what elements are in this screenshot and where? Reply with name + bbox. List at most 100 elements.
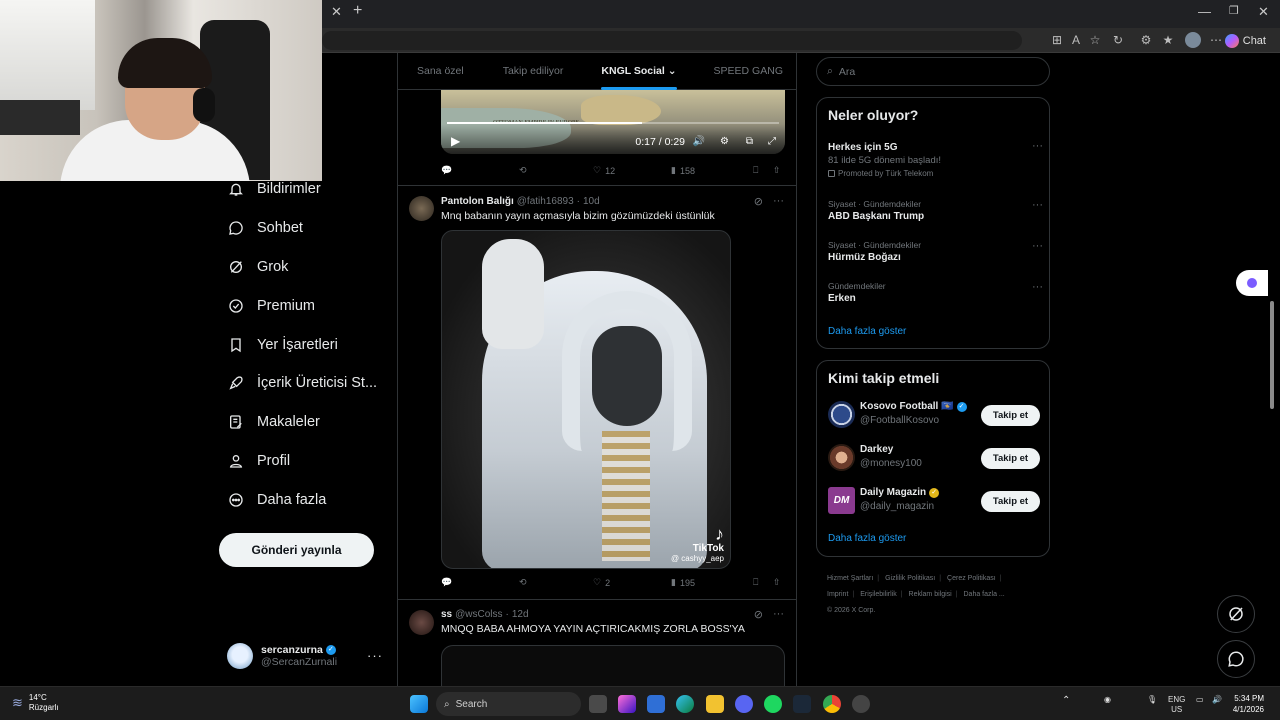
tweet-more-icon[interactable]: ··· xyxy=(773,608,784,621)
repost-button[interactable]: ⟲ xyxy=(519,165,593,176)
trend-more-icon[interactable]: ··· xyxy=(1032,281,1043,293)
tweet-author-name[interactable]: Pantolon Balığı xyxy=(441,196,514,207)
like-button[interactable]: ♡ 2 xyxy=(593,577,671,588)
nav-item-more[interactable]: Daha fazla xyxy=(218,480,388,519)
follow-button[interactable]: Takip et xyxy=(981,405,1040,426)
page-scrollbar[interactable] xyxy=(1268,53,1276,686)
nav-item-profile[interactable]: Profil xyxy=(218,442,388,481)
nav-item-articles[interactable]: Makaleler xyxy=(218,403,388,442)
volume-icon[interactable]: 🔊 xyxy=(1212,695,1222,704)
spotify-icon[interactable] xyxy=(764,695,782,713)
tweet-video[interactable]: ♪ TikTok @ cashyy_aep xyxy=(441,230,731,569)
footer-link[interactable]: Gizlilik Politikası xyxy=(885,575,935,582)
share-button[interactable]: ⇧ xyxy=(773,165,781,176)
bookmark-button[interactable]: ⎕ xyxy=(753,165,773,176)
tray-mic-icon[interactable]: 🎙 xyxy=(1147,695,1157,704)
tweet-media[interactable] xyxy=(441,645,785,686)
fullscreen-icon[interactable]: ⤢ xyxy=(768,136,776,147)
like-button[interactable]: ♡ 12 xyxy=(593,165,671,176)
tweet-author-handle[interactable]: @fatih16893 xyxy=(517,196,574,207)
video-player[interactable]: OTTOMAN EMPIRE IN EUROPE ▶ 0:17 / 0:29 🔊… xyxy=(441,90,785,154)
nav-item-bookmarks[interactable]: Yer İşaretleri xyxy=(218,325,388,364)
address-bar[interactable] xyxy=(322,31,1022,50)
read-aloud-icon[interactable]: A xyxy=(1068,32,1084,48)
tweet-age[interactable]: 12d xyxy=(512,609,529,620)
suggested-account[interactable]: Kosovo Football 🇽🇰 ✓ @FootballKosovo Taki… xyxy=(828,399,1040,431)
favorites-icon[interactable]: ★ xyxy=(1160,32,1176,48)
system-clock[interactable]: 5:34 PM 4/1/2026 xyxy=(1233,693,1264,715)
trend-item[interactable]: Gündemdekiler Erken ··· xyxy=(828,281,1043,304)
video-progress-bar[interactable] xyxy=(447,122,779,124)
tweet[interactable]: Pantolon Balığı @fatih16893 · 10d ⊘ ··· … xyxy=(398,185,796,600)
nav-item-premium[interactable]: Premium xyxy=(218,286,388,325)
footer-link[interactable]: Hizmet Şartları xyxy=(827,575,873,582)
tab-for-you[interactable]: Sana özel xyxy=(417,53,464,90)
side-assistant-button[interactable] xyxy=(1236,270,1268,296)
tab-following[interactable]: Takip ediliyor xyxy=(503,53,564,90)
restore-icon[interactable]: ❐ xyxy=(1229,4,1239,17)
pip-icon[interactable]: ⧉ xyxy=(746,136,753,147)
play-icon[interactable]: ▶ xyxy=(451,134,460,148)
tab-speed-gang[interactable]: SPEED GANG xyxy=(714,53,783,90)
store-icon[interactable] xyxy=(647,695,665,713)
nav-item-chat[interactable]: Sohbet xyxy=(218,209,388,248)
footer-link[interactable]: Erişilebilirlik xyxy=(860,591,897,598)
views-button[interactable]: ▮ 158 xyxy=(671,165,753,176)
grok-explain-icon[interactable]: ⊘ xyxy=(754,608,763,621)
tweet-author-name[interactable]: ss xyxy=(441,609,452,620)
favorite-star-icon[interactable]: ☆ xyxy=(1087,32,1103,48)
trend-more-icon[interactable]: ··· xyxy=(1032,140,1043,152)
weather-widget[interactable]: ≋ 14°C Rüzgarlı xyxy=(12,693,59,713)
chrome-icon[interactable] xyxy=(823,695,841,713)
file-explorer-icon[interactable] xyxy=(706,695,724,713)
account-more-icon[interactable]: ··· xyxy=(367,648,383,663)
footer-link[interactable]: Çerez Politikası xyxy=(947,575,996,582)
footer-link[interactable]: Reklam bilgisi xyxy=(909,591,952,598)
grok-explain-icon[interactable]: ⊘ xyxy=(754,195,763,208)
discord-icon[interactable] xyxy=(735,695,753,713)
obs-icon[interactable] xyxy=(852,695,870,713)
share-button[interactable]: ⇧ xyxy=(773,577,781,588)
tweet-more-icon[interactable]: ··· xyxy=(773,195,784,208)
window-close-icon[interactable]: ✕ xyxy=(1258,4,1269,20)
views-button[interactable]: ▮ 195 xyxy=(671,577,753,588)
trend-item[interactable]: Herkes için 5G 81 ilde 5G dönemi başladı… xyxy=(828,140,1043,178)
language-indicator[interactable]: ENG US xyxy=(1168,695,1185,715)
reply-button[interactable]: 💬 xyxy=(441,577,519,588)
footer-link[interactable]: Daha fazla ... xyxy=(964,591,1005,598)
show-more-trends-link[interactable]: Daha fazla göster xyxy=(828,326,906,337)
account-switcher[interactable]: sercanzurna ✓ @SercanZurnali ··· xyxy=(227,640,387,672)
messages-floating-button[interactable] xyxy=(1217,640,1255,678)
suggested-account[interactable]: DM Daily Magazin ✓ @daily_magazin Takip e… xyxy=(828,485,1040,517)
trend-more-icon[interactable]: ··· xyxy=(1032,240,1043,252)
windows-start-icon[interactable] xyxy=(410,695,428,713)
tweet-author-handle[interactable]: @wsColss xyxy=(455,609,502,620)
suggested-account[interactable]: Darkey @monesy100 Takip et xyxy=(828,442,1040,474)
tab-kngl-social[interactable]: KNGL Social ⌄ xyxy=(601,53,677,90)
copilot-app-icon[interactable] xyxy=(618,695,636,713)
extensions-icon[interactable]: ⚙ xyxy=(1138,32,1154,48)
repost-button[interactable]: ⟲ xyxy=(519,577,593,588)
trend-item[interactable]: Siyaset · Gündemdekiler ABD Başkanı Trum… xyxy=(828,199,1043,222)
copilot-chat-button[interactable]: Chat xyxy=(1221,31,1272,50)
post-button[interactable]: Gönderi yayınla xyxy=(219,533,374,567)
footer-link[interactable]: Imprint xyxy=(827,591,848,598)
new-tab-icon[interactable]: + xyxy=(353,2,362,20)
settings-gear-icon[interactable]: ⚙ xyxy=(720,136,729,147)
close-tab-icon[interactable]: ✕ xyxy=(331,4,342,20)
trend-more-icon[interactable]: ··· xyxy=(1032,199,1043,211)
volume-icon[interactable]: 🔊 xyxy=(693,136,705,147)
minimize-icon[interactable]: — xyxy=(1198,4,1211,19)
follow-button[interactable]: Takip et xyxy=(981,448,1040,469)
nav-item-creator-studio[interactable]: İçerik Üreticisi St... xyxy=(218,364,388,403)
grok-floating-button[interactable] xyxy=(1217,595,1255,633)
follow-button[interactable]: Takip et xyxy=(981,491,1040,512)
avatar[interactable] xyxy=(409,196,434,221)
taskbar-search[interactable]: ⌕ Search xyxy=(436,692,581,716)
avatar[interactable] xyxy=(409,610,434,635)
task-view-icon[interactable] xyxy=(589,695,607,713)
trend-item[interactable]: Siyaset · Gündemdekiler Hürmüz Boğazı ··… xyxy=(828,240,1043,263)
edge-icon[interactable] xyxy=(676,695,694,713)
tray-steam-icon[interactable]: ◉ xyxy=(1104,695,1111,704)
monitor-icon[interactable]: ▭ xyxy=(1196,695,1204,704)
